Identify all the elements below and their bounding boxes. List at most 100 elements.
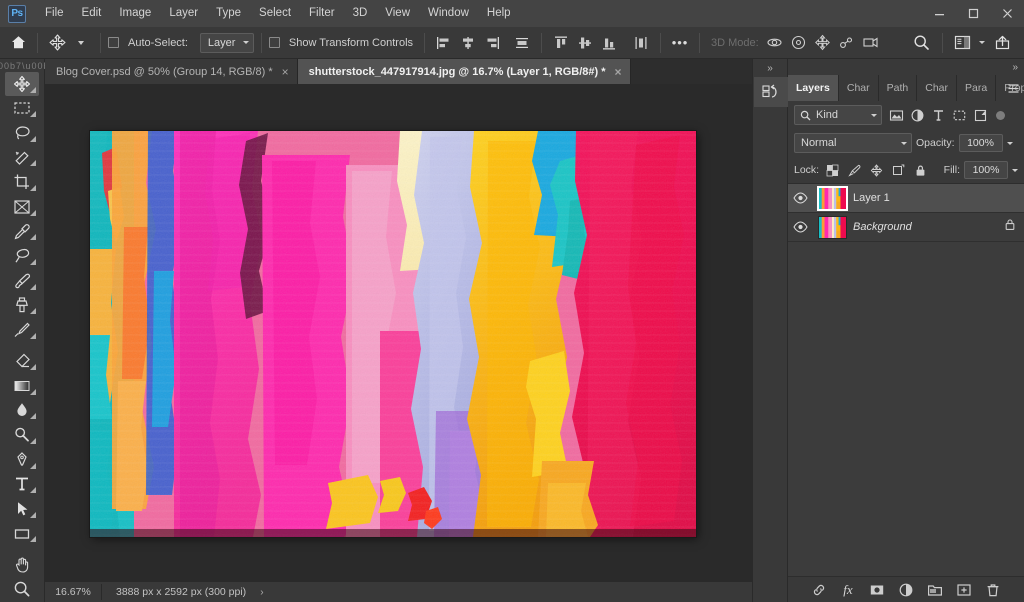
- crop-tool[interactable]: [5, 170, 39, 194]
- scale-3d-icon[interactable]: [859, 31, 883, 55]
- filter-adjustment-icon[interactable]: [907, 105, 927, 125]
- close-icon[interactable]: ×: [282, 66, 289, 78]
- fill-input[interactable]: 100%: [964, 161, 1008, 179]
- delete-layer-button[interactable]: [983, 580, 1003, 600]
- align-bottom-edges-icon[interactable]: [597, 31, 621, 55]
- gradient-tool[interactable]: [5, 374, 39, 398]
- roll-3d-icon[interactable]: [787, 31, 811, 55]
- layer-thumbnail[interactable]: [818, 215, 847, 239]
- workspace-chevron-icon[interactable]: [974, 31, 990, 55]
- rectangle-tool[interactable]: [5, 522, 39, 546]
- pen-tool[interactable]: [5, 448, 39, 472]
- canvas-area[interactable]: [45, 84, 768, 581]
- lock-artboard-nesting-icon[interactable]: [889, 161, 908, 179]
- filter-kind-dropdown[interactable]: Kind: [794, 105, 882, 125]
- opacity-chevron-icon[interactable]: [1006, 141, 1013, 145]
- menu-item-3d[interactable]: 3D: [344, 4, 377, 24]
- toolbar-grip[interactable]: \u00b7\u00b7: [0, 61, 55, 72]
- menu-item-image[interactable]: Image: [110, 4, 160, 24]
- layer-row[interactable]: Background: [788, 213, 1024, 242]
- blur-tool[interactable]: [5, 399, 39, 423]
- tab-layers[interactable]: Layers: [788, 75, 839, 101]
- frame-tool[interactable]: [5, 195, 39, 219]
- eyedropper-tool[interactable]: [5, 220, 39, 244]
- layer-row[interactable]: Layer 1: [788, 184, 1024, 213]
- move-tool[interactable]: [5, 71, 39, 96]
- document-tab-shutterstock[interactable]: shutterstock_447917914.jpg @ 16.7% (Laye…: [297, 59, 631, 84]
- document-tab-blog-cover[interactable]: Blog Cover.psd @ 50% (Group 14, RGB/8) *…: [45, 59, 298, 84]
- layer-visibility-toggle[interactable]: [788, 192, 812, 204]
- tab-paragraph[interactable]: Para: [957, 75, 997, 101]
- menu-item-window[interactable]: Window: [419, 4, 478, 24]
- distribute-horizontally-icon[interactable]: [510, 31, 534, 55]
- menu-item-help[interactable]: Help: [478, 4, 520, 24]
- zoom-level[interactable]: 16.67%: [45, 584, 102, 600]
- type-tool[interactable]: [5, 473, 39, 497]
- move-tool-options-caret[interactable]: [69, 31, 93, 55]
- show-transform-checkbox[interactable]: [268, 37, 280, 48]
- maximize-button[interactable]: [956, 0, 990, 27]
- fill-chevron-icon[interactable]: [1012, 168, 1018, 172]
- blend-mode-dropdown[interactable]: Normal: [794, 133, 912, 153]
- path-selection-tool[interactable]: [5, 497, 39, 521]
- pan-3d-icon[interactable]: [811, 31, 835, 55]
- hand-tool[interactable]: [5, 553, 39, 577]
- quick-selection-tool[interactable]: [5, 146, 39, 170]
- filter-type-icon[interactable]: [928, 105, 948, 125]
- new-layer-button[interactable]: [954, 580, 974, 600]
- align-top-edges-icon[interactable]: [549, 31, 573, 55]
- workspace-icon[interactable]: [950, 31, 974, 55]
- layer-thumbnail[interactable]: [817, 185, 848, 211]
- expand-panels-icon[interactable]: »: [753, 59, 787, 77]
- layer-style-button[interactable]: fx: [838, 580, 858, 600]
- search-icon[interactable]: [907, 31, 935, 55]
- history-panel-icon[interactable]: [754, 77, 788, 107]
- add-layer-mask-button[interactable]: [867, 580, 887, 600]
- align-left-edges-icon[interactable]: [432, 31, 456, 55]
- close-button[interactable]: [990, 0, 1024, 27]
- menu-item-select[interactable]: Select: [250, 4, 300, 24]
- auto-select-option[interactable]: Auto-Select:: [108, 37, 192, 49]
- new-adjustment-layer-button[interactable]: [896, 580, 916, 600]
- align-vertical-centers-icon[interactable]: [573, 31, 597, 55]
- opacity-input[interactable]: 100%: [958, 134, 1003, 152]
- history-brush-tool[interactable]: [5, 318, 39, 342]
- collapse-panel-icon[interactable]: »: [788, 59, 1024, 75]
- dodge-tool[interactable]: [5, 423, 39, 447]
- tab-channels[interactable]: Char: [838, 75, 879, 101]
- filter-pixel-icon[interactable]: [886, 105, 906, 125]
- filter-enable-toggle[interactable]: [996, 110, 1005, 120]
- lock-image-pixels-icon[interactable]: [845, 161, 864, 179]
- link-layers-button[interactable]: [809, 580, 829, 600]
- more-options-button[interactable]: •••: [668, 31, 692, 55]
- lasso-tool[interactable]: [5, 121, 39, 145]
- close-icon[interactable]: ×: [615, 66, 622, 78]
- share-icon[interactable]: [990, 31, 1014, 55]
- rectangular-marquee-tool[interactable]: [5, 97, 39, 121]
- eraser-tool[interactable]: [5, 349, 39, 373]
- filter-shape-icon[interactable]: [949, 105, 969, 125]
- brush-tool[interactable]: [5, 269, 39, 293]
- rotate-3d-icon[interactable]: [763, 31, 787, 55]
- align-right-edges-icon[interactable]: [480, 31, 504, 55]
- minimize-button[interactable]: [922, 0, 956, 27]
- tab-paths[interactable]: Path: [878, 75, 918, 101]
- tab-character[interactable]: Char: [917, 75, 957, 101]
- panel-menu-icon[interactable]: [1002, 75, 1024, 101]
- distribute-vertically-icon[interactable]: [629, 31, 653, 55]
- menu-item-view[interactable]: View: [376, 4, 419, 24]
- lock-all-icon[interactable]: [911, 161, 930, 179]
- auto-select-scope-dropdown[interactable]: Layer: [199, 32, 254, 53]
- align-horizontal-centers-icon[interactable]: [456, 31, 480, 55]
- clone-stamp-tool[interactable]: [5, 294, 39, 318]
- home-icon[interactable]: [6, 31, 30, 55]
- spot-healing-brush-tool[interactable]: [5, 244, 39, 268]
- status-expand-arrow-icon[interactable]: ›: [260, 587, 263, 598]
- menu-item-edit[interactable]: Edit: [73, 4, 111, 24]
- filter-smart-object-icon[interactable]: [970, 105, 990, 125]
- menu-item-layer[interactable]: Layer: [160, 4, 207, 24]
- lock-position-icon[interactable]: [867, 161, 886, 179]
- menu-item-filter[interactable]: Filter: [300, 4, 344, 24]
- slide-3d-icon[interactable]: [835, 31, 859, 55]
- new-group-button[interactable]: [925, 580, 945, 600]
